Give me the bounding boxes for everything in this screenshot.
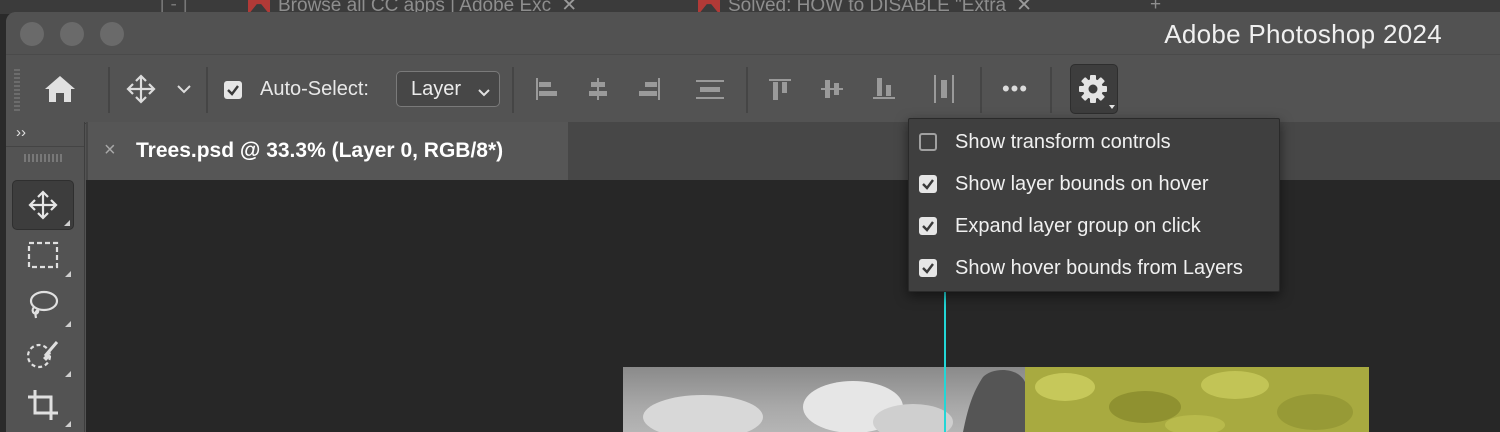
checkmark-icon — [922, 221, 934, 232]
lasso-icon — [29, 290, 59, 319]
document-image[interactable] — [623, 367, 1369, 432]
submenu-indicator — [65, 421, 71, 427]
menu-item-label: Show hover bounds from Layers — [955, 257, 1243, 279]
object-selection-tool[interactable] — [12, 330, 74, 380]
panel-grip[interactable] — [24, 154, 64, 162]
separator — [1050, 67, 1052, 113]
app-title: Adobe Photoshop 2024 — [1164, 19, 1442, 49]
auto-select-target-dropdown[interactable]: Layer — [396, 71, 500, 107]
chevron-down-icon[interactable] — [172, 77, 196, 101]
separator — [206, 67, 208, 113]
menu-item-label: Expand layer group on click — [955, 215, 1201, 237]
marquee-icon — [27, 241, 59, 269]
move-tool[interactable] — [12, 180, 74, 230]
options-bar-grip[interactable] — [14, 69, 20, 111]
submenu-indicator — [65, 321, 71, 327]
home-icon[interactable] — [40, 71, 80, 107]
title-bar: Adobe Photoshop 2024 — [6, 12, 1500, 54]
align-left-edges-icon[interactable] — [530, 73, 562, 105]
document-tab-bar: × Trees.psd @ 33.3% (Layer 0, RGB/8*) — [86, 122, 1500, 180]
more-options-button[interactable]: ••• — [992, 73, 1038, 105]
crop-icon — [28, 390, 58, 420]
align-bottom-edges-icon[interactable] — [868, 73, 900, 105]
checkbox-checked[interactable] — [919, 259, 937, 277]
auto-select-label: Auto-Select: — [260, 78, 369, 100]
checkmark-icon — [922, 179, 934, 190]
submenu-indicator — [65, 271, 71, 277]
menu-item-label: Show transform controls — [955, 131, 1171, 153]
divider — [6, 146, 84, 147]
options-bar: Auto-Select: Layer ••• — [6, 54, 1500, 124]
separator — [746, 67, 748, 113]
submenu-indicator — [64, 220, 70, 226]
menu-item-show-transform-controls[interactable]: Show transform controls — [909, 121, 1279, 163]
separator — [108, 67, 110, 113]
align-top-edges-icon[interactable] — [764, 73, 796, 105]
distribute-vertical-icon[interactable] — [692, 73, 728, 105]
submenu-indicator — [65, 371, 71, 377]
close-window-button[interactable] — [20, 22, 44, 46]
close-icon[interactable]: × — [104, 139, 116, 162]
align-horizontal-centers-icon[interactable] — [582, 73, 614, 105]
move-tool-settings-menu: Show transform controls Show layer bound… — [908, 118, 1280, 292]
image-sky-region — [623, 367, 1025, 432]
image-leaves-region — [1025, 367, 1369, 432]
lasso-tool[interactable] — [12, 280, 74, 330]
checkbox-checked[interactable] — [919, 175, 937, 193]
tools-panel: ›› — [6, 122, 85, 432]
settings-button[interactable] — [1070, 64, 1118, 114]
minimize-window-button[interactable] — [60, 22, 84, 46]
separator — [980, 67, 982, 113]
move-icon[interactable] — [122, 71, 160, 107]
menu-item-label: Show layer bounds on hover — [955, 173, 1209, 195]
align-vertical-centers-icon[interactable] — [816, 73, 848, 105]
auto-select-checkbox[interactable] — [224, 81, 242, 99]
photoshop-window: Adobe Photoshop 2024 Auto-Select: Layer — [6, 12, 1500, 432]
dropdown-value: Layer — [411, 78, 462, 100]
document-tab-title: Trees.psd @ 33.3% (Layer 0, RGB/8*) — [136, 139, 504, 162]
menu-item-show-layer-bounds-on-hover[interactable]: Show layer bounds on hover — [909, 163, 1279, 205]
zoom-window-button[interactable] — [100, 22, 124, 46]
checkbox-checked[interactable] — [919, 217, 937, 235]
checkmark-icon — [922, 263, 934, 274]
chevron-down-icon — [477, 81, 491, 104]
document-tab[interactable]: × Trees.psd @ 33.3% (Layer 0, RGB/8*) — [88, 122, 568, 180]
collapse-panel-button[interactable]: ›› — [16, 124, 26, 141]
rectangular-marquee-tool[interactable] — [12, 230, 74, 280]
object-selection-icon — [26, 341, 59, 369]
align-right-edges-icon[interactable] — [634, 73, 666, 105]
crop-tool[interactable] — [12, 380, 74, 430]
move-icon — [28, 190, 58, 220]
checkmark-icon — [227, 85, 239, 96]
menu-item-show-hover-bounds-from-layers[interactable]: Show hover bounds from Layers — [909, 247, 1279, 289]
menu-item-expand-layer-group-on-click[interactable]: Expand layer group on click — [909, 205, 1279, 247]
checkbox-unchecked[interactable] — [919, 133, 937, 151]
gear-icon — [1079, 75, 1115, 109]
separator — [512, 67, 514, 113]
canvas-area[interactable] — [86, 180, 1500, 432]
distribute-horizontal-icon[interactable] — [928, 73, 960, 105]
